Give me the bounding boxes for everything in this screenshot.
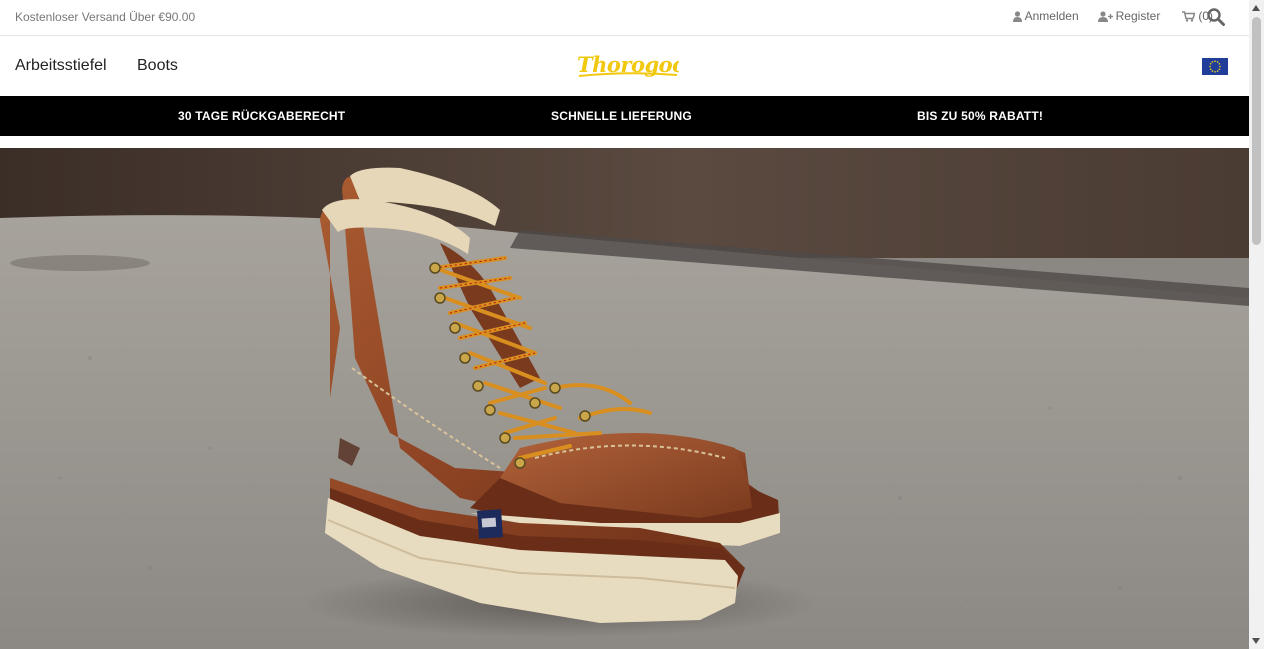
region-selector[interactable]: [1202, 58, 1228, 75]
hero-boots-image: [0, 148, 1249, 649]
page-scrollbar[interactable]: [1249, 0, 1264, 649]
free-shipping-promo: Kostenloser Versand Über €90.00: [15, 10, 196, 24]
user-icon: [1012, 10, 1022, 22]
brand-logo[interactable]: Thorogood: [575, 50, 701, 87]
hero-banner[interactable]: [0, 148, 1249, 649]
usp-returns: 30 TAGE RÜCKGABERECHT: [178, 109, 346, 123]
top-utility-bar: Kostenloser Versand Über €90.00 Anmelden…: [0, 0, 1249, 36]
scroll-down-arrow-icon[interactable]: [1252, 638, 1260, 644]
usp-fast-delivery: SCHNELLE LIEFERUNG: [551, 109, 692, 123]
user-plus-icon: [1097, 10, 1113, 22]
usp-bar: 30 TAGE RÜCKGABERECHT SCHNELLE LIEFERUNG…: [0, 96, 1249, 136]
login-link[interactable]: Anmelden: [1012, 9, 1079, 23]
nav-item-arbeitsstiefel[interactable]: Arbeitsstiefel: [15, 57, 107, 75]
search-button[interactable]: [1207, 8, 1225, 31]
cart-icon: [1182, 10, 1196, 22]
main-header: Arbeitsstiefel Boots Thorogood: [0, 36, 1249, 96]
eu-flag-icon: [1202, 58, 1228, 75]
page: Kostenloser Versand Über €90.00 Anmelden…: [0, 0, 1264, 649]
scroll-thumb[interactable]: [1252, 17, 1261, 245]
login-label: Anmelden: [1024, 9, 1079, 23]
register-link[interactable]: Register: [1097, 9, 1161, 23]
nav-item-boots[interactable]: Boots: [137, 57, 178, 75]
thorogood-logo: Thorogood: [577, 52, 701, 77]
usp-discount: BIS ZU 50% RABATT!: [917, 109, 1044, 123]
account-links: Anmelden Register (0): [994, 9, 1213, 23]
search-icon: [1207, 8, 1225, 26]
register-label: Register: [1115, 9, 1161, 23]
scroll-up-arrow-icon[interactable]: [1252, 5, 1260, 11]
